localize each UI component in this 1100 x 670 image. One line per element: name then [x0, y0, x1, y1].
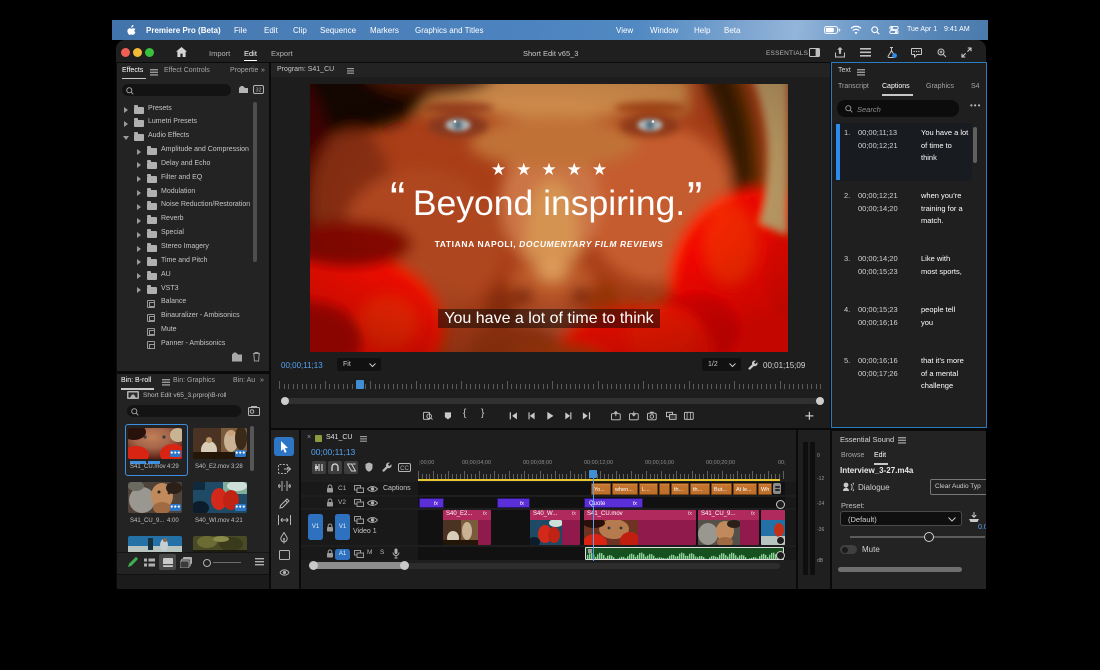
svg-text:CC: CC: [400, 466, 409, 472]
svg-text:32: 32: [255, 88, 261, 94]
